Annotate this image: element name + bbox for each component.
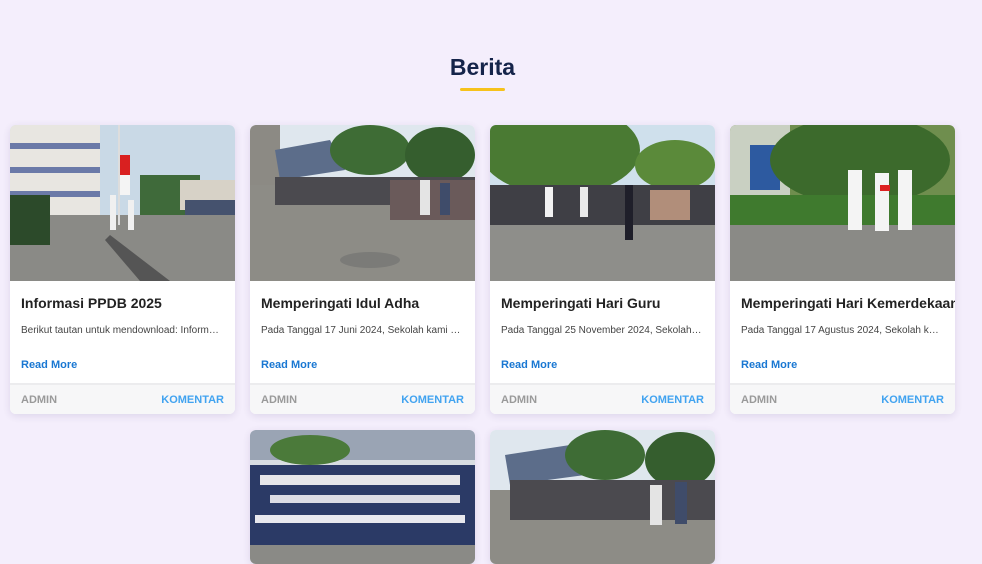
news-card: [250, 430, 475, 564]
news-excerpt: Pada Tanggal 17 Juni 2024, Sekolah kami …: [261, 325, 464, 336]
news-image-paskibra[interactable]: [730, 125, 955, 281]
news-image-salute[interactable]: [490, 125, 715, 281]
comment-link[interactable]: KOMENTAR: [641, 394, 704, 406]
card-footer: ADMIN KOMENTAR: [250, 383, 475, 414]
news-card: Informasi PPDB 2025 Berikut tautan untuk…: [10, 125, 235, 414]
author-label: ADMIN: [741, 393, 778, 406]
news-image-students-crowd[interactable]: [250, 430, 475, 564]
news-excerpt: Berikut tautan untuk mendownload: Inform…: [21, 325, 224, 336]
card-footer: ADMIN KOMENTAR: [10, 383, 235, 414]
news-image-assembly[interactable]: [250, 125, 475, 281]
news-title[interactable]: Memperingati Idul Adha: [261, 295, 464, 311]
card-footer: ADMIN KOMENTAR: [730, 383, 955, 414]
comment-link[interactable]: KOMENTAR: [161, 394, 224, 406]
news-card: Memperingati Idul Adha Pada Tanggal 17 J…: [250, 125, 475, 414]
read-more-link[interactable]: Read More: [741, 359, 797, 371]
read-more-link[interactable]: Read More: [261, 359, 317, 371]
news-title[interactable]: Memperingati Hari Kemerdekaan: [741, 295, 955, 311]
read-more-link[interactable]: Read More: [21, 359, 77, 371]
read-more-link[interactable]: Read More: [501, 359, 557, 371]
news-excerpt: Pada Tanggal 17 Agustus 2024, Sekolah ka…: [741, 325, 944, 336]
news-title[interactable]: Informasi PPDB 2025: [21, 295, 224, 311]
comment-link[interactable]: KOMENTAR: [401, 394, 464, 406]
author-label: ADMIN: [21, 393, 58, 406]
news-card: [490, 430, 715, 564]
news-card: Memperingati Hari Kemerdekaan Pada Tangg…: [730, 125, 955, 414]
card-footer: ADMIN KOMENTAR: [490, 383, 715, 414]
author-label: ADMIN: [261, 393, 298, 406]
news-excerpt: Pada Tanggal 25 November 2024, Sekolah k…: [501, 325, 704, 336]
title-underline: [460, 88, 505, 91]
author-label: ADMIN: [501, 393, 538, 406]
comment-link[interactable]: KOMENTAR: [881, 394, 944, 406]
news-image-flag-ceremony[interactable]: [10, 125, 235, 281]
news-image-assembly-2[interactable]: [490, 430, 715, 564]
news-card: Memperingati Hari Guru Pada Tanggal 25 N…: [490, 125, 715, 414]
section-title: Berita: [449, 54, 516, 80]
news-title[interactable]: Memperingati Hari Guru: [501, 295, 704, 311]
